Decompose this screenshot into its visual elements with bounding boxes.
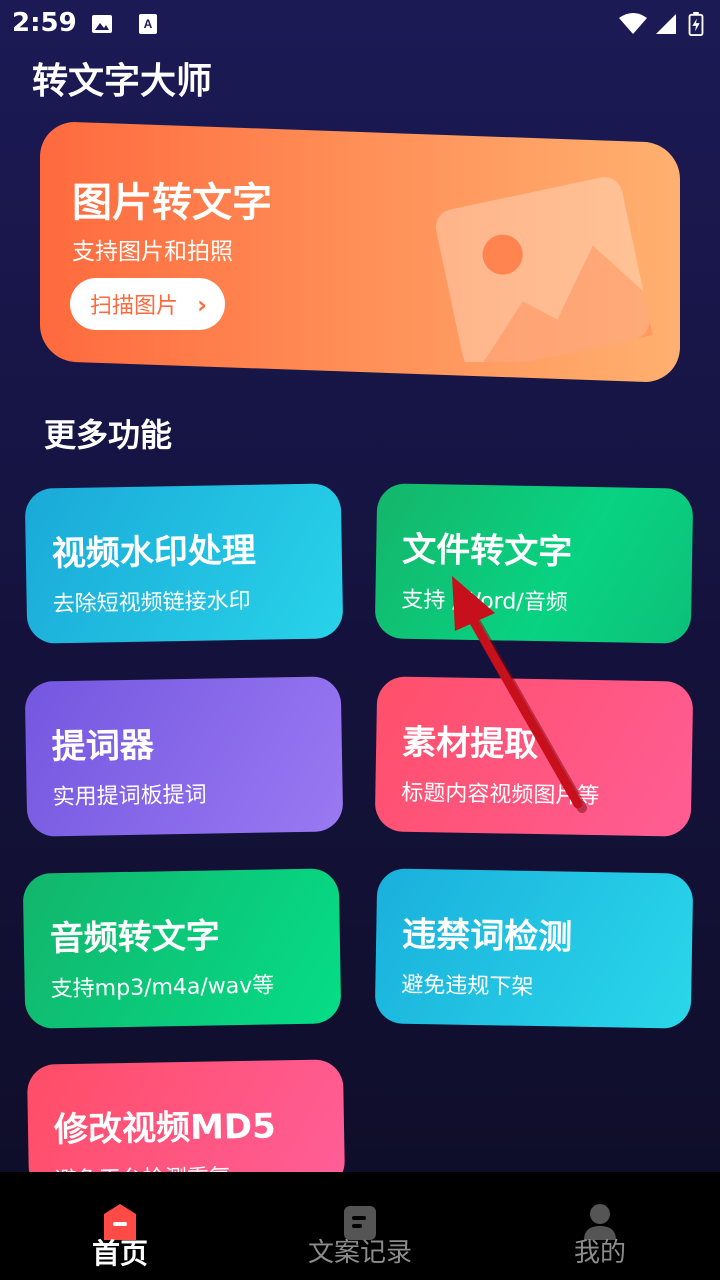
image-to-text-card[interactable]: 图片转文字 支持图片和拍照 扫描图片 › (40, 120, 680, 384)
nav-label: 文案记录 (307, 1238, 412, 1268)
nav-mine[interactable]: 我的 (480, 1172, 720, 1280)
nav-home[interactable]: 首页 (0, 1172, 240, 1280)
status-bar: 2:59 A (0, 0, 720, 48)
battery-charging-icon (688, 12, 704, 36)
nav-records[interactable]: 文案记录 (240, 1172, 480, 1280)
card-title: 违禁词检测 (401, 914, 573, 958)
image-icon (92, 15, 112, 33)
card-title: 修改视频MD5 (53, 1106, 277, 1151)
wifi-icon (619, 13, 647, 34)
font-icon: A (139, 14, 157, 34)
picture-illustration-icon (435, 177, 653, 362)
scan-image-label: 扫描图片 (90, 294, 179, 319)
section-title: 更多功能 (44, 416, 173, 454)
card-title: 音频转文字 (49, 916, 221, 960)
card-subtitle: 去除短视频链接水印 (52, 588, 251, 618)
banned-words-card[interactable]: 违禁词检测 避免违规下架 (374, 868, 694, 1029)
card-subtitle: 支持mp3/m4a/wav等 (50, 973, 275, 1003)
card-subtitle: 实用提词板提词 (52, 782, 207, 811)
material-extract-card[interactable]: 素材提取 标题内容视频图片等 (374, 676, 694, 837)
hero-subtitle: 支持图片和拍照 (72, 239, 233, 265)
card-title: 视频水印处理 (51, 530, 257, 575)
video-watermark-card[interactable]: 视频水印处理 去除短视频链接水印 (24, 483, 344, 644)
hero-title: 图片转文字 (72, 180, 272, 226)
nav-label: 我的 (573, 1238, 626, 1268)
chevron-right-icon: › (197, 291, 207, 319)
card-subtitle: 支持 /Word/音频 (401, 587, 568, 616)
card-subtitle: 标题内容视频图片等 (401, 780, 600, 810)
status-time: 2:59 (12, 8, 77, 38)
audio-to-text-card[interactable]: 音频转文字 支持mp3/m4a/wav等 (22, 868, 342, 1029)
card-title: 文件转文字 (401, 529, 573, 573)
svg-text:A: A (144, 17, 153, 31)
file-to-text-card[interactable]: 文件转文字 支持 /Word/音频 (374, 483, 694, 644)
card-title: 素材提取 (401, 722, 539, 766)
nav-label: 首页 (91, 1237, 148, 1270)
scan-image-button[interactable]: 扫描图片 › (70, 278, 225, 330)
signal-icon (656, 14, 676, 34)
card-subtitle: 避免违规下架 (401, 972, 534, 1000)
teleprompter-card[interactable]: 提词器 实用提词板提词 (24, 676, 344, 837)
app-title: 转文字大师 (32, 61, 213, 102)
bottom-nav: 首页 文案记录 我的 (0, 1172, 720, 1280)
card-title: 提词器 (51, 725, 155, 768)
